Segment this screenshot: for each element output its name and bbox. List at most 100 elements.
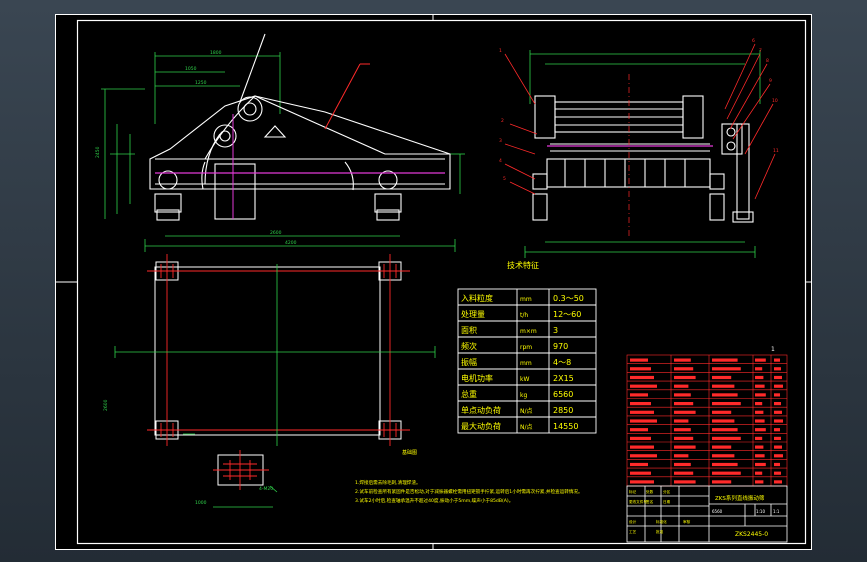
bom-cell-mark: [630, 419, 657, 423]
tech-value-5: 2X15: [553, 374, 574, 383]
svg-text:1250: 1250: [195, 80, 207, 86]
bom-cell-mark: [630, 428, 648, 432]
bom-cell-mark: [712, 358, 738, 362]
bom-cell-mark: [712, 367, 741, 371]
tb-row-label: 分区: [663, 489, 671, 494]
tb-row-label: 更改文件号: [629, 499, 647, 504]
tech-param-5: 电机功率: [461, 373, 493, 383]
bom-cell-mark: [630, 454, 657, 458]
drawing-sheet: 1800 1050 1250 2450 4200 2600 1 2 3 4 5 …: [55, 14, 812, 550]
tech-unit-4: mm: [520, 360, 532, 367]
tech-table: 技术特征 入料粒度 mm 0.3～50 处理量 t/h 12～60 面积 m×m 3 频次 rpm 9…: [457, 260, 597, 434]
bom-cell-mark: [674, 471, 694, 475]
bom-cell-mark: [755, 428, 766, 432]
tech-value-1: 12～60: [553, 310, 581, 319]
bom-cell-mark: [630, 375, 654, 380]
bom-cell-mark: [755, 358, 766, 362]
svg-text:1:1: 1:1: [773, 509, 780, 514]
bom-cell-mark: [630, 410, 654, 414]
bom-cell-mark: [712, 428, 738, 432]
title-block: ZKS系列直线振动筛 ZKS2445-0 1:10 1:1 6560 标记 处数 分…: [626, 485, 788, 543]
bom-cell-mark: [774, 419, 783, 423]
bom-cell-mark: [630, 471, 651, 475]
tech-table-title: 技术特征: [507, 260, 539, 270]
tech-param-7: 单点动负荷: [461, 405, 501, 415]
svg-text:2600: 2600: [103, 399, 109, 411]
svg-text:1.焊接后需去除毛刺,清理焊渣。: 1.焊接后需去除毛刺,清理焊渣。: [355, 479, 421, 486]
tech-unit-5: kW: [520, 376, 529, 383]
bom-cell-mark: [712, 393, 738, 397]
tech-value-8: 14550: [553, 422, 578, 431]
bom-cell-mark: [755, 410, 764, 414]
cad-viewport[interactable]: 1800 1050 1250 2450 4200 2600 1 2 3 4 5 …: [0, 0, 867, 562]
tb-row-label: 处数: [646, 489, 654, 494]
tech-value-2: 3: [553, 326, 558, 335]
bom-cell-mark: [674, 393, 691, 397]
bom-cell-mark: [674, 367, 694, 371]
bom-cell-mark: [712, 384, 735, 388]
svg-text:11: 11: [773, 148, 779, 154]
bom-cell-mark: [712, 436, 741, 440]
svg-text:4200: 4200: [285, 240, 297, 246]
bom-cell-mark: [712, 402, 741, 406]
tech-unit-6: kg: [520, 392, 527, 399]
bom-cell-mark: [755, 393, 766, 397]
bom-cell-mark: [755, 375, 764, 380]
bom-cell-mark: [674, 402, 694, 406]
svg-text:1: 1: [499, 48, 502, 54]
tech-value-7: 2850: [553, 406, 573, 415]
svg-text:8: 8: [766, 58, 769, 64]
bom-cell-mark: [755, 445, 764, 449]
bom-cell-mark: [774, 462, 780, 467]
bom-cell-mark: [755, 367, 763, 371]
inner-frame: [76, 19, 807, 545]
tech-param-4: 振幅: [461, 357, 477, 367]
bom-cell-mark: [774, 410, 782, 414]
outer-frame: [55, 14, 812, 550]
tech-unit-2: m×m: [520, 328, 537, 335]
svg-text:2600: 2600: [270, 230, 282, 236]
bom-cell-mark: [774, 402, 781, 406]
bom-cell-mark: [712, 419, 735, 423]
bom-cell-mark: [755, 419, 765, 423]
bom-cell-mark: [674, 480, 696, 484]
bom-cell-mark: [674, 436, 694, 440]
technical-notes: 1.焊接后需去除毛刺,清理焊渣。 2.试车前检查所有紧固件是否松动,对于减振器螺…: [355, 479, 583, 504]
bom-cell-mark: [774, 436, 781, 440]
tb-col-label: 设计: [629, 519, 637, 524]
svg-text:6: 6: [752, 38, 755, 44]
bom-cell-mark: [630, 384, 657, 388]
svg-text:1800: 1800: [210, 50, 222, 56]
bom-cell-mark: [630, 367, 651, 371]
bom-cell-mark: [674, 462, 691, 467]
bom-cell-mark: [630, 436, 651, 440]
bom-cell-mark: [712, 462, 738, 467]
svg-text:3.试车2小时后,检查轴承温升不超过40度,振动小于5mm,: 3.试车2小时后,检查轴承温升不超过40度,振动小于5mm,噪声小于85dB(A…: [355, 497, 513, 504]
bom-cell-mark: [774, 375, 782, 380]
bom-cell-mark: [755, 462, 766, 467]
bom-cell-mark: [774, 445, 782, 449]
tech-param-0: 入料粒度: [461, 293, 493, 303]
tb-row-label: 日期: [663, 499, 671, 504]
svg-text:5: 5: [503, 176, 506, 182]
tech-unit-1: t/h: [520, 312, 528, 319]
tech-unit-0: mm: [520, 296, 532, 303]
bom-cell-mark: [774, 471, 781, 475]
tech-value-3: 970: [553, 342, 568, 351]
bom-cell-mark: [755, 436, 763, 440]
svg-text:10: 10: [772, 98, 778, 104]
bom-cell-mark: [712, 454, 735, 458]
bom-cell-mark: [674, 454, 689, 458]
tb-row-label: 签名: [646, 499, 654, 504]
bom-cell-mark: [630, 393, 648, 397]
bom-cell-mark: [712, 480, 732, 484]
zone-ticks: [55, 14, 812, 550]
bom-cell-mark: [774, 384, 783, 388]
bom-cell-mark: [630, 480, 654, 484]
tech-value-6: 6560: [553, 390, 573, 399]
bom-cell-mark: [674, 375, 696, 380]
bom-cell-mark: [712, 471, 741, 475]
tb-row-label: 标记: [629, 489, 637, 494]
svg-text:4-M20: 4-M20: [259, 486, 273, 492]
svg-text:3: 3: [499, 138, 502, 144]
